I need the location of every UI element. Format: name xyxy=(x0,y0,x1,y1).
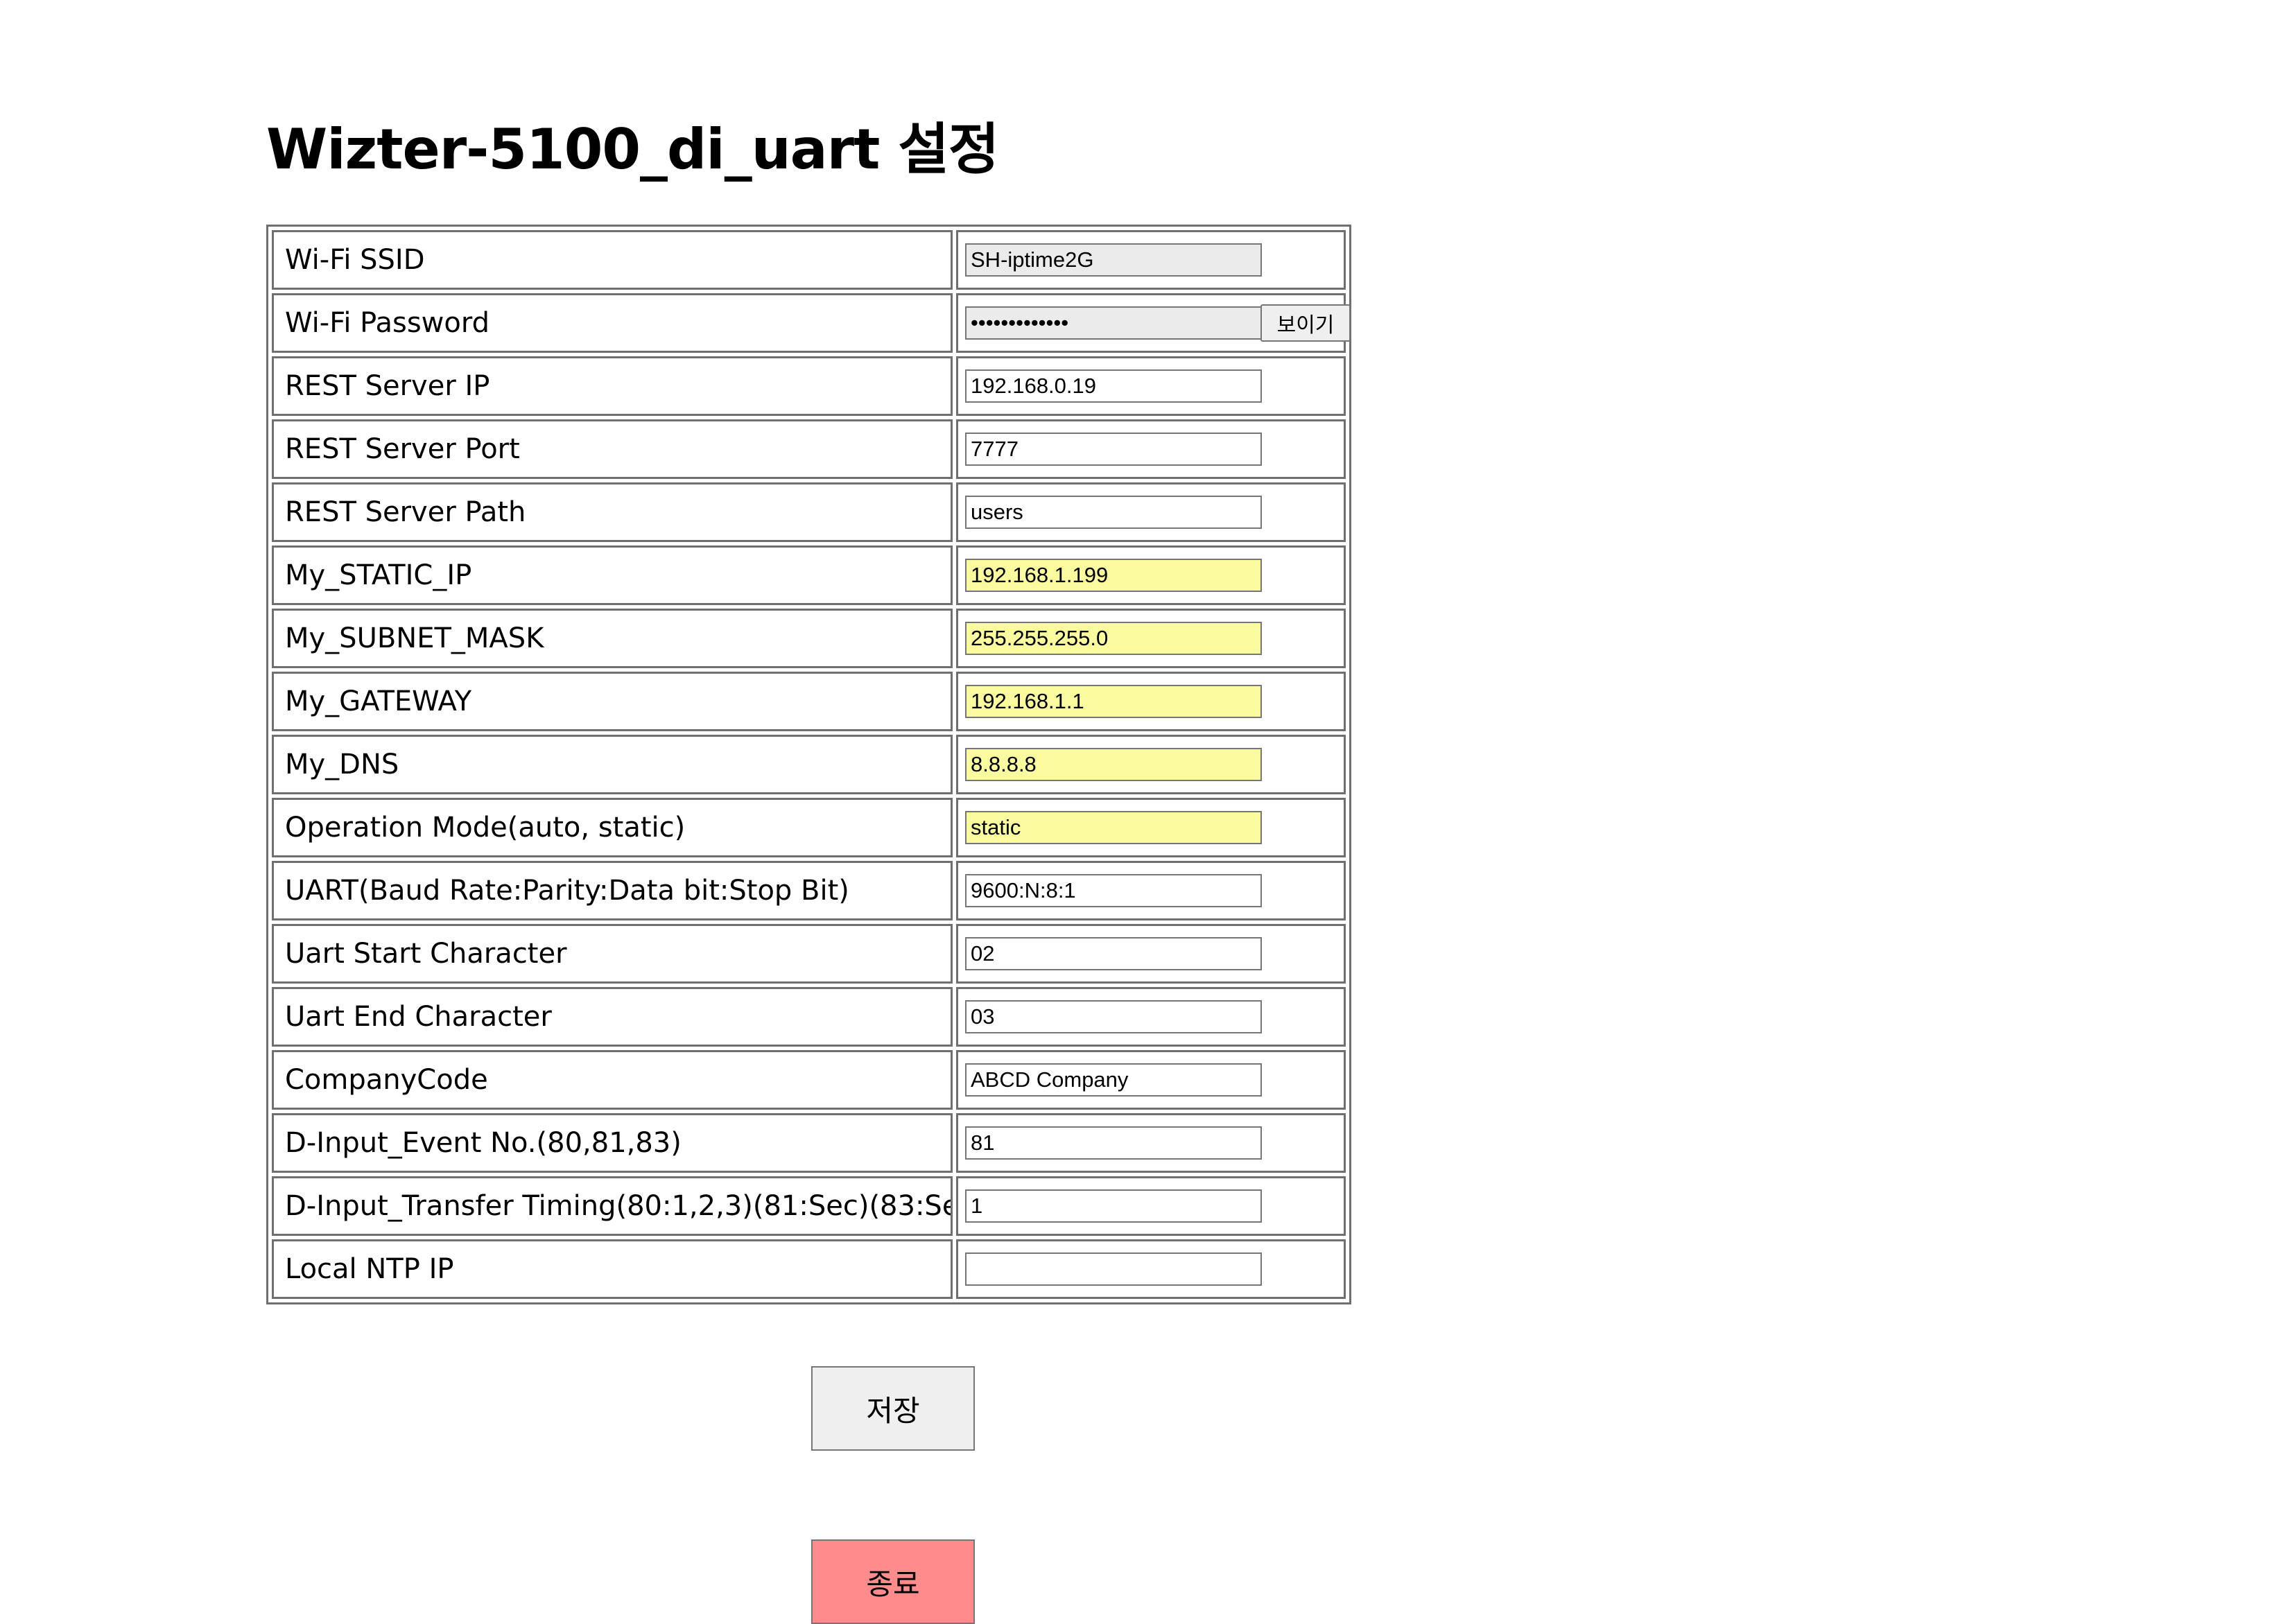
show-password-button[interactable]: 보이기 xyxy=(1260,304,1351,342)
setting-label-uart-end-char: Uart End Character xyxy=(272,987,953,1047)
setting-label-rest-server-port: REST Server Port xyxy=(272,419,953,479)
exit-button[interactable]: 종료 xyxy=(811,1539,975,1624)
uart-config-input[interactable] xyxy=(965,874,1262,907)
setting-label-wifi-ssid: Wi-Fi SSID xyxy=(272,230,953,290)
setting-row-gateway: My_GATEWAY xyxy=(272,672,1346,731)
setting-cell-uart-config xyxy=(956,861,1346,920)
setting-cell-uart-end-char xyxy=(956,987,1346,1047)
setting-cell-uart-start-char xyxy=(956,924,1346,984)
setting-row-uart-end-char: Uart End Character xyxy=(272,987,1346,1047)
setting-cell-dinput-event-no xyxy=(956,1113,1346,1173)
rest-server-path-input[interactable] xyxy=(965,496,1262,529)
setting-cell-company-code xyxy=(956,1050,1346,1110)
setting-cell-dinput-transfer-timing xyxy=(956,1176,1346,1236)
setting-label-dinput-event-no: D-Input_Event No.(80,81,83) xyxy=(272,1113,953,1173)
setting-cell-dns xyxy=(956,735,1346,794)
setting-cell-rest-server-ip xyxy=(956,356,1346,416)
setting-row-subnet-mask: My_SUBNET_MASK xyxy=(272,609,1346,668)
setting-cell-gateway xyxy=(956,672,1346,731)
dinput-transfer-timing-input[interactable] xyxy=(965,1189,1262,1223)
setting-row-wifi-ssid: Wi-Fi SSID xyxy=(272,230,1346,290)
setting-label-rest-server-path: REST Server Path xyxy=(272,482,953,542)
local-ntp-ip-input[interactable] xyxy=(965,1252,1262,1286)
page-title: Wizter-5100_di_uart 설정 xyxy=(266,117,999,182)
setting-row-static-ip: My_STATIC_IP xyxy=(272,545,1346,605)
setting-label-subnet-mask: My_SUBNET_MASK xyxy=(272,609,953,668)
setting-row-uart-start-char: Uart Start Character xyxy=(272,924,1346,984)
setting-label-company-code: CompanyCode xyxy=(272,1050,953,1110)
setting-label-wifi-password: Wi-Fi Password xyxy=(272,293,953,353)
setting-cell-local-ntp-ip xyxy=(956,1239,1346,1299)
setting-row-operation-mode: Operation Mode(auto, static) xyxy=(272,798,1346,857)
setting-label-operation-mode: Operation Mode(auto, static) xyxy=(272,798,953,857)
dns-input[interactable] xyxy=(965,748,1262,781)
setting-cell-wifi-ssid xyxy=(956,230,1346,290)
setting-label-uart-start-char: Uart Start Character xyxy=(272,924,953,984)
setting-label-uart-config: UART(Baud Rate:Parity:Data bit:Stop Bit) xyxy=(272,861,953,920)
setting-cell-rest-server-port xyxy=(956,419,1346,479)
rest-server-port-input[interactable] xyxy=(965,433,1262,466)
setting-label-rest-server-ip: REST Server IP xyxy=(272,356,953,416)
setting-row-dinput-event-no: D-Input_Event No.(80,81,83) xyxy=(272,1113,1346,1173)
setting-row-rest-server-ip: REST Server IP xyxy=(272,356,1346,416)
rest-server-ip-input[interactable] xyxy=(965,369,1262,403)
static-ip-input[interactable] xyxy=(965,559,1262,592)
setting-row-local-ntp-ip: Local NTP IP xyxy=(272,1239,1346,1299)
setting-label-local-ntp-ip: Local NTP IP xyxy=(272,1239,953,1299)
setting-row-rest-server-port: REST Server Port xyxy=(272,419,1346,479)
setting-row-dinput-transfer-timing: D-Input_Transfer Timing(80:1,2,3)(81:Sec… xyxy=(272,1176,1346,1236)
setting-row-rest-server-path: REST Server Path xyxy=(272,482,1346,542)
settings-table: Wi-Fi SSID Wi-Fi Password 보이기 REST Serve… xyxy=(266,225,1351,1304)
gateway-input[interactable] xyxy=(965,685,1262,718)
setting-cell-rest-server-path xyxy=(956,482,1346,542)
setting-row-dns: My_DNS xyxy=(272,735,1346,794)
uart-end-char-input[interactable] xyxy=(965,1000,1262,1033)
setting-cell-subnet-mask xyxy=(956,609,1346,668)
dinput-event-no-input[interactable] xyxy=(965,1126,1262,1160)
setting-row-uart-config: UART(Baud Rate:Parity:Data bit:Stop Bit) xyxy=(272,861,1346,920)
setting-row-company-code: CompanyCode xyxy=(272,1050,1346,1110)
setting-cell-operation-mode xyxy=(956,798,1346,857)
setting-label-dns: My_DNS xyxy=(272,735,953,794)
company-code-input[interactable] xyxy=(965,1063,1262,1097)
setting-cell-wifi-password: 보이기 xyxy=(956,293,1351,353)
save-button[interactable]: 저장 xyxy=(811,1366,975,1451)
setting-cell-static-ip xyxy=(956,545,1346,605)
uart-start-char-input[interactable] xyxy=(965,937,1262,970)
operation-mode-input[interactable] xyxy=(965,811,1262,844)
wifi-ssid-input[interactable] xyxy=(965,243,1262,277)
setting-label-gateway: My_GATEWAY xyxy=(272,672,953,731)
setting-label-dinput-transfer-timing: D-Input_Transfer Timing(80:1,2,3)(81:Sec… xyxy=(272,1176,953,1236)
setting-label-static-ip: My_STATIC_IP xyxy=(272,545,953,605)
setting-row-wifi-password: Wi-Fi Password 보이기 xyxy=(272,293,1351,353)
subnet-mask-input[interactable] xyxy=(965,622,1262,655)
wifi-password-input[interactable] xyxy=(965,306,1262,340)
